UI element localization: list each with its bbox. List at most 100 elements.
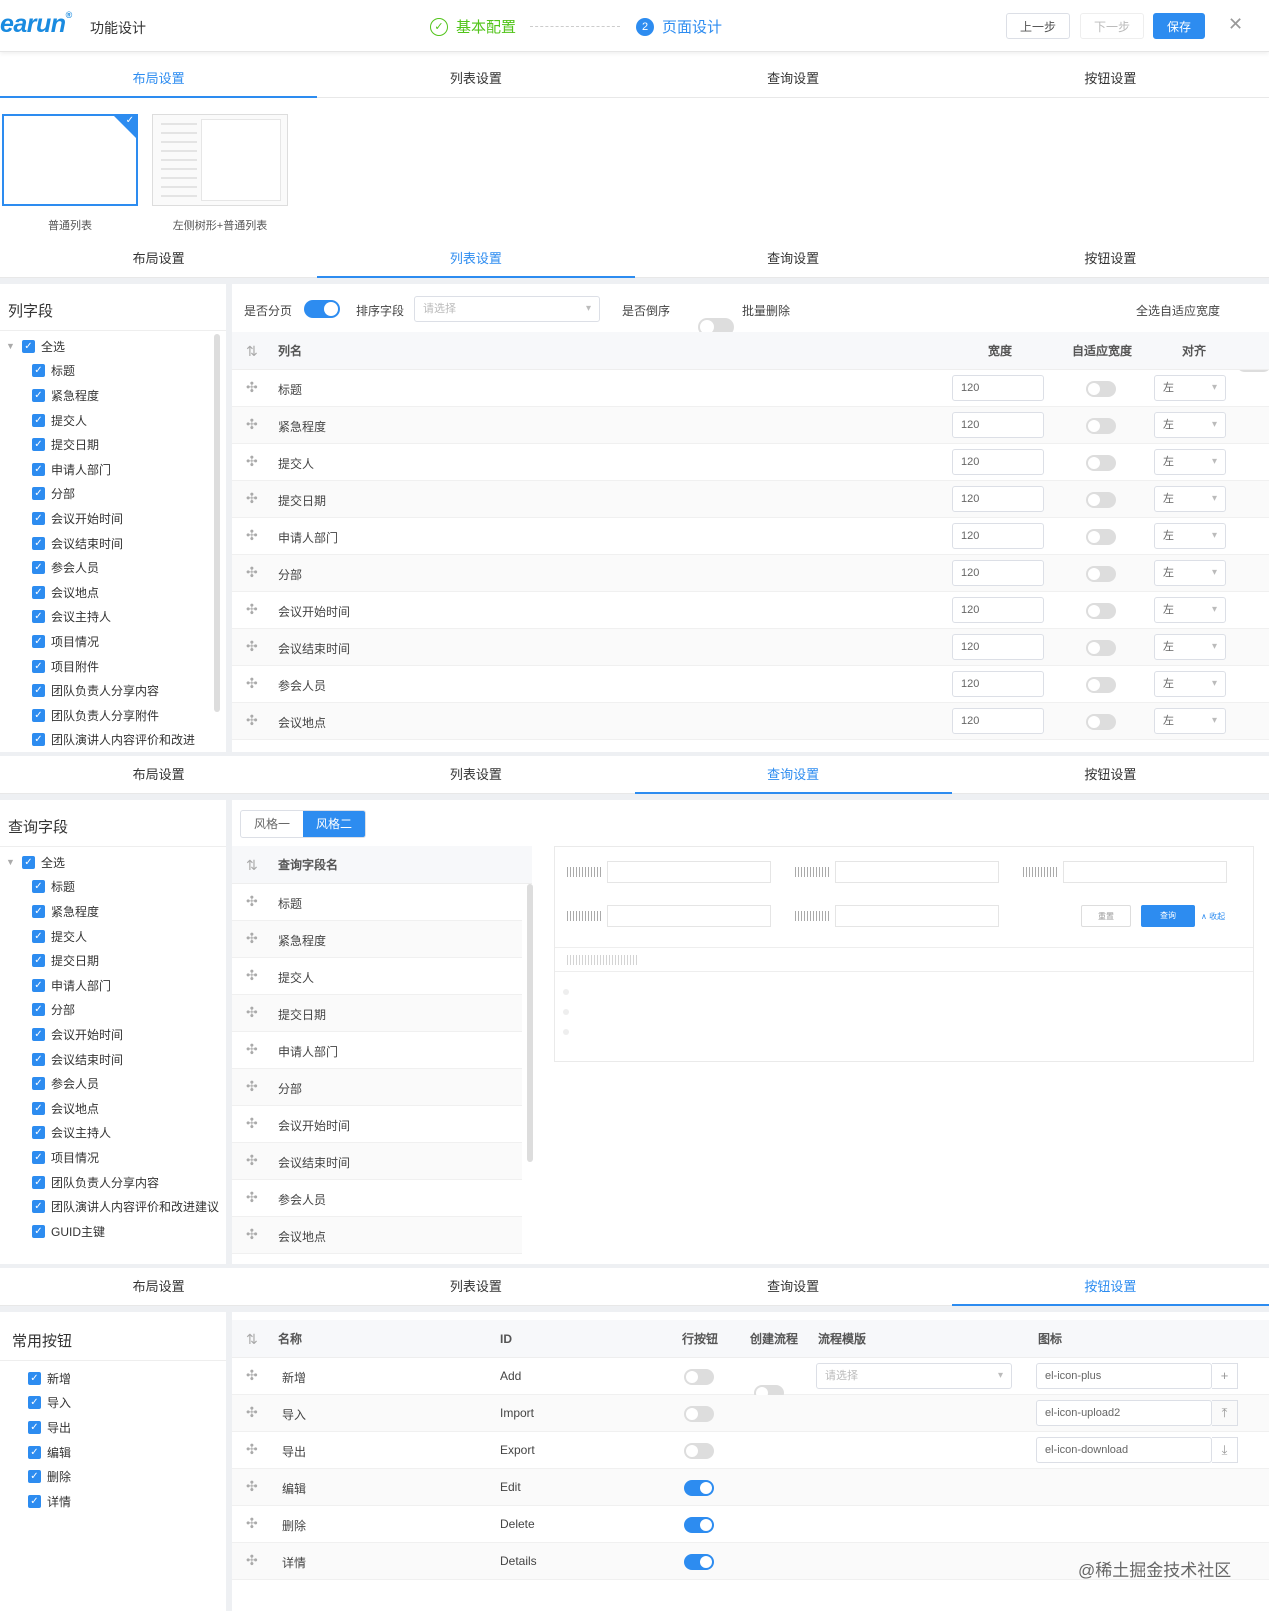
icon-picker-button[interactable]: ⤓ <box>1212 1437 1238 1463</box>
checkbox[interactable]: ✓ <box>32 1077 45 1091</box>
drag-handle-icon[interactable]: ✣ <box>246 1441 258 1458</box>
step-page-design[interactable]: 2 页面设计 <box>636 16 722 37</box>
width-input[interactable]: 120 <box>952 523 1044 549</box>
auto-width-toggle[interactable] <box>1086 714 1116 730</box>
auto-width-toggle[interactable] <box>1086 492 1116 508</box>
tree-item[interactable]: ✓ 标题 <box>6 359 214 384</box>
tab-layout[interactable]: 布局设置 <box>0 1268 317 1305</box>
row-button-toggle[interactable] <box>684 1554 714 1570</box>
width-input[interactable]: 120 <box>952 597 1044 623</box>
sort-field-select[interactable]: 请选择 ▾ <box>414 296 600 322</box>
tab-query[interactable]: 查询设置 <box>635 240 952 277</box>
row-button-toggle[interactable] <box>684 1406 714 1422</box>
checkbox[interactable]: ✓ <box>22 855 35 869</box>
checkbox[interactable]: ✓ <box>28 1420 41 1434</box>
flow-template-select[interactable]: 请选择 ▾ <box>816 1363 1012 1389</box>
checkbox[interactable]: ✓ <box>32 929 45 943</box>
row-button-toggle[interactable] <box>684 1369 714 1385</box>
icon-input[interactable]: el-icon-plus <box>1036 1363 1212 1389</box>
tree-item[interactable]: ✓ 标题 <box>6 875 224 900</box>
tab-buttons[interactable]: 按钮设置 <box>951 1268 1269 1306</box>
tree-select-all[interactable]: ▼ ✓ 全选 <box>6 850 224 875</box>
row-button-toggle[interactable] <box>684 1443 714 1459</box>
checkbox[interactable]: ✓ <box>32 1224 45 1238</box>
tab-list[interactable]: 列表设置 <box>317 756 634 793</box>
tree-item[interactable]: ✓ 编辑 <box>28 1440 208 1465</box>
drag-handle-icon[interactable]: ✣ <box>246 1478 258 1495</box>
checkbox[interactable]: ✓ <box>22 339 35 353</box>
tree-item[interactable]: ✓ 详情 <box>28 1489 208 1514</box>
checkbox[interactable]: ✓ <box>32 733 45 747</box>
drag-handle-icon[interactable]: ✣ <box>246 379 258 396</box>
tab-layout[interactable]: 布局设置 <box>0 756 317 793</box>
tab-list[interactable]: 列表设置 <box>317 60 634 97</box>
checkbox[interactable]: ✓ <box>28 1371 41 1385</box>
tab-query[interactable]: 查询设置 <box>635 1268 952 1305</box>
checkbox[interactable]: ✓ <box>32 708 45 722</box>
tab-buttons[interactable]: 按钮设置 <box>952 756 1269 793</box>
drag-handle-icon[interactable]: ✣ <box>246 416 258 433</box>
style-one-button[interactable]: 风格一 <box>241 811 303 837</box>
checkbox[interactable]: ✓ <box>32 511 45 525</box>
auto-width-toggle[interactable] <box>1086 455 1116 471</box>
width-input[interactable]: 120 <box>952 412 1044 438</box>
align-select[interactable]: 左 ▾ <box>1154 634 1226 660</box>
drag-handle-icon[interactable]: ✣ <box>246 1404 258 1421</box>
icon-picker-button[interactable]: + <box>1212 1363 1238 1389</box>
tree-item[interactable]: ✓ 会议结束时间 <box>6 531 214 556</box>
checkbox[interactable]: ✓ <box>32 1052 45 1066</box>
drag-handle-icon[interactable]: ✣ <box>246 967 258 984</box>
auto-width-toggle[interactable] <box>1086 418 1116 434</box>
drag-handle-icon[interactable]: ✣ <box>246 1226 258 1243</box>
tree-item[interactable]: ✓ 会议开始时间 <box>6 506 214 531</box>
tree-item[interactable]: ✓ GUID主键 <box>6 1219 224 1244</box>
align-select[interactable]: 左 ▾ <box>1154 523 1226 549</box>
drag-handle-icon[interactable]: ✣ <box>246 1515 258 1532</box>
checkbox[interactable]: ✓ <box>32 904 45 918</box>
tree-item[interactable]: ✓ 提交日期 <box>6 948 224 973</box>
checkbox[interactable]: ✓ <box>32 684 45 698</box>
width-input[interactable]: 120 <box>952 671 1044 697</box>
checkbox[interactable]: ✓ <box>28 1445 41 1459</box>
width-input[interactable]: 120 <box>952 486 1044 512</box>
next-step-button[interactable]: 下一步 <box>1080 13 1144 39</box>
tree-item[interactable]: ✓ 团队负责人分享内容 <box>6 678 214 703</box>
checkbox[interactable]: ✓ <box>32 487 45 501</box>
tab-query[interactable]: 查询设置 <box>635 60 952 97</box>
width-input[interactable]: 120 <box>952 375 1044 401</box>
checkbox[interactable]: ✓ <box>32 634 45 648</box>
checkbox[interactable]: ✓ <box>32 659 45 673</box>
checkbox[interactable]: ✓ <box>32 610 45 624</box>
save-button[interactable]: 保存 <box>1153 13 1205 39</box>
align-select[interactable]: 左 ▾ <box>1154 560 1226 586</box>
prev-step-button[interactable]: 上一步 <box>1006 13 1070 39</box>
drag-handle-icon[interactable]: ✣ <box>246 490 258 507</box>
checkbox[interactable]: ✓ <box>32 438 45 452</box>
tree-item[interactable]: ✓ 项目情况 <box>6 629 214 654</box>
auto-width-toggle[interactable] <box>1086 529 1116 545</box>
row-button-toggle[interactable] <box>684 1480 714 1496</box>
paging-toggle[interactable] <box>304 300 340 318</box>
tree-item[interactable]: ✓ 紧急程度 <box>6 383 214 408</box>
tree-item[interactable]: ✓ 团队负责人分享附件 <box>6 703 214 728</box>
auto-width-toggle[interactable] <box>1086 381 1116 397</box>
align-select[interactable]: 左 ▾ <box>1154 449 1226 475</box>
drag-handle-icon[interactable]: ✣ <box>246 453 258 470</box>
drag-handle-icon[interactable]: ✣ <box>246 930 258 947</box>
checkbox[interactable]: ✓ <box>32 1150 45 1164</box>
width-input[interactable]: 120 <box>952 634 1044 660</box>
width-input[interactable]: 120 <box>952 560 1044 586</box>
icon-input[interactable]: el-icon-download <box>1036 1437 1212 1463</box>
drag-handle-icon[interactable]: ✣ <box>246 1552 258 1569</box>
checkbox[interactable]: ✓ <box>28 1494 41 1508</box>
checkbox[interactable]: ✓ <box>32 1175 45 1189</box>
checkbox[interactable]: ✓ <box>32 1101 45 1115</box>
tree-item[interactable]: ✓ 项目附件 <box>6 654 214 679</box>
align-select[interactable]: 左 ▾ <box>1154 412 1226 438</box>
tree-item[interactable]: ✓ 新增 <box>28 1366 208 1391</box>
drag-handle-icon[interactable]: ✣ <box>246 675 258 692</box>
tree-item[interactable]: ✓ 申请人部门 <box>6 457 214 482</box>
checkbox[interactable]: ✓ <box>32 1200 45 1214</box>
icon-picker-button[interactable]: ⤒ <box>1212 1400 1238 1426</box>
drag-handle-icon[interactable]: ✣ <box>246 1041 258 1058</box>
